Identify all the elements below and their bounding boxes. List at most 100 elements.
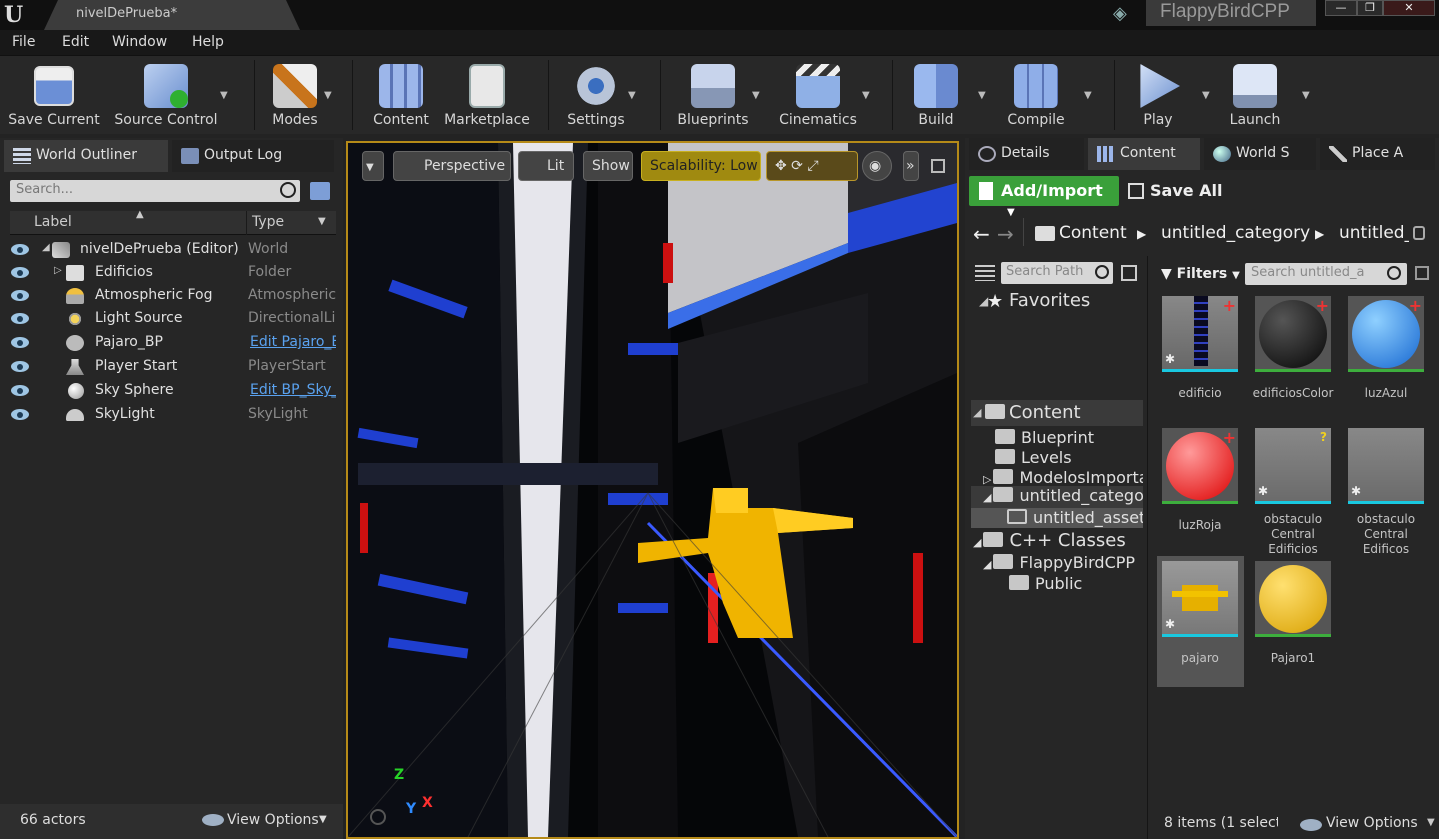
asset-tile-edificio[interactable]: + ✱ edificio xyxy=(1154,296,1246,401)
visibility-eye-icon[interactable] xyxy=(11,267,29,278)
show-button[interactable]: Show xyxy=(583,151,633,181)
path-view-options-icon[interactable] xyxy=(1121,265,1137,281)
outliner-row-edificios[interactable]: ▷ Edificios Folder xyxy=(0,261,343,285)
sources-toggle-icon[interactable] xyxy=(975,265,995,281)
menu-edit[interactable]: Edit xyxy=(62,34,89,50)
filters-button[interactable]: ▼ Filters ▼ xyxy=(1161,266,1240,282)
outliner-row-sky-sphere[interactable]: Sky Sphere Edit BP_Sky_Sphere xyxy=(0,379,343,403)
tree-row-blueprint[interactable]: Blueprint xyxy=(995,428,1094,447)
compile-button[interactable]: Compile ▼ xyxy=(1000,56,1092,134)
level-viewport[interactable]: ▼ Perspective Lit Show Scalability: Low … xyxy=(346,141,959,839)
visibility-eye-icon[interactable] xyxy=(11,337,29,348)
asset-tile-obstaculo-2[interactable]: ✱ obstaculo Central Edificos xyxy=(1340,428,1432,557)
breadcrumb-content[interactable]: Content xyxy=(1059,223,1127,243)
lock-icon[interactable] xyxy=(1413,226,1425,240)
favorites-header[interactable]: Favorites xyxy=(1009,290,1090,311)
scalability-button[interactable]: Scalability: Low xyxy=(641,151,761,181)
cinematics-button[interactable]: Cinematics ▼ xyxy=(776,56,870,134)
visibility-eye-icon[interactable] xyxy=(11,385,29,396)
marketplace-button[interactable]: Marketplace xyxy=(442,56,532,134)
chevron-down-icon[interactable]: ▼ xyxy=(1427,817,1435,828)
add-import-button[interactable]: Add/Import ▼ xyxy=(969,176,1119,218)
world-local-toggle[interactable]: ◉ xyxy=(862,151,892,181)
minimize-button[interactable]: — xyxy=(1325,0,1357,16)
help-icon[interactable] xyxy=(370,809,386,825)
tree-row-flappybirdcpp[interactable]: ◢ FlappyBirdCPP xyxy=(983,553,1135,572)
content-button[interactable]: Content xyxy=(366,56,436,134)
tree-row-levels[interactable]: Levels xyxy=(995,448,1072,467)
modes-button[interactable]: Modes ▼ xyxy=(262,56,332,134)
save-all-button[interactable]: Save All xyxy=(1128,181,1223,200)
tab-world-settings[interactable]: World S xyxy=(1204,138,1316,170)
outliner-row-atmospheric-fog[interactable]: Atmospheric Fog AtmosphericFog xyxy=(0,284,343,308)
asset-search-input[interactable]: Search untitled_a xyxy=(1245,263,1407,285)
menu-help[interactable]: Help xyxy=(192,34,224,50)
add-actor-icon[interactable] xyxy=(310,182,330,200)
asset-tile-luzroja[interactable]: + luzRoja xyxy=(1154,428,1246,533)
tree-row-content[interactable]: ◢ Content xyxy=(971,400,1143,426)
perspective-button[interactable]: Perspective xyxy=(393,151,511,181)
breadcrumb-untitled-category[interactable]: untitled_category xyxy=(1161,223,1310,243)
outliner-search-input[interactable]: Search... xyxy=(10,180,300,202)
more-options-button[interactable]: » xyxy=(903,151,919,181)
save-search-icon[interactable] xyxy=(1415,266,1429,280)
outliner-row-skylight[interactable]: SkyLight SkyLight xyxy=(0,403,343,427)
chevron-down-icon[interactable]: ▼ xyxy=(319,814,327,825)
expand-arrow-icon[interactable]: ▷ xyxy=(54,265,62,276)
outliner-row-light-source[interactable]: Light Source DirectionalLight xyxy=(0,307,343,331)
play-button[interactable]: Play ▼ xyxy=(1126,56,1210,134)
column-type[interactable]: Type xyxy=(252,214,284,230)
outliner-row-player-start[interactable]: Player Start PlayerStart xyxy=(0,355,343,379)
tab-details[interactable]: Details xyxy=(969,138,1084,170)
chevron-down-icon[interactable]: ▼ xyxy=(1202,90,1210,101)
visibility-eye-icon[interactable] xyxy=(11,361,29,372)
chevron-down-icon[interactable]: ▼ xyxy=(318,216,326,227)
view-options-button[interactable]: View Options xyxy=(1326,815,1418,831)
visibility-eye-icon[interactable] xyxy=(11,409,29,420)
column-label[interactable]: Label xyxy=(34,214,72,230)
asset-tile-luzazul[interactable]: + luzAzul xyxy=(1340,296,1432,401)
tree-row-untitled-category[interactable]: ◢ untitled_category xyxy=(971,486,1143,508)
outliner-row-pajaro-bp[interactable]: Pajaro_BP Edit Pajaro_BP xyxy=(0,331,343,355)
menu-window[interactable]: Window xyxy=(112,34,167,50)
panel-splitter[interactable] xyxy=(1147,256,1148,839)
chevron-down-icon[interactable]: ▼ xyxy=(1302,90,1310,101)
source-control-button[interactable]: Source Control ▼ xyxy=(108,56,228,134)
chevron-down-icon[interactable]: ▼ xyxy=(324,90,332,101)
edit-blueprint-link[interactable]: Edit Pajaro_BP xyxy=(250,334,336,350)
tab-content-browser[interactable]: Content xyxy=(1088,138,1200,170)
view-options-button[interactable]: View Options xyxy=(227,812,319,828)
maximize-viewport-icon[interactable] xyxy=(931,159,945,173)
chevron-down-icon[interactable]: ▼ xyxy=(978,90,986,101)
asset-tile-obstaculo-1[interactable]: ? ✱ obstaculo Central Edificios xyxy=(1247,428,1339,557)
tree-row-untitled-asset[interactable]: untitled_asset xyxy=(971,508,1143,528)
viewport-menu-button[interactable]: ▼ xyxy=(362,151,384,181)
menu-file[interactable]: File xyxy=(12,34,35,50)
transform-tools[interactable]: ✥ ⟳ ⤢ xyxy=(766,151,858,181)
chevron-down-icon[interactable]: ▼ xyxy=(628,90,636,101)
save-current-button[interactable]: Save Current xyxy=(4,56,104,134)
build-button[interactable]: Build ▼ xyxy=(904,56,986,134)
asset-tile-pajaro1[interactable]: Pajaro1 xyxy=(1247,561,1339,666)
close-button[interactable]: ✕ xyxy=(1383,0,1435,16)
tree-row-modelos-importados[interactable]: ▷ ModelosImportados xyxy=(983,468,1143,487)
edit-blueprint-link[interactable]: Edit BP_Sky_Sphere xyxy=(250,382,336,398)
blueprints-button[interactable]: Blueprints ▼ xyxy=(672,56,760,134)
expand-arrow-icon[interactable]: ◢ xyxy=(42,242,50,253)
visibility-eye-icon[interactable] xyxy=(11,244,29,255)
chevron-down-icon[interactable]: ▼ xyxy=(1084,90,1092,101)
launch-button[interactable]: Launch ▼ xyxy=(1222,56,1310,134)
chevron-down-icon[interactable]: ▼ xyxy=(752,90,760,101)
forward-arrow-icon[interactable]: → xyxy=(997,222,1014,246)
tree-row-public[interactable]: Public xyxy=(1009,574,1082,593)
tab-output-log[interactable]: Output Log xyxy=(172,140,334,172)
settings-button[interactable]: Settings ▼ xyxy=(560,56,636,134)
chevron-down-icon[interactable]: ▼ xyxy=(862,90,870,101)
tab-place-actors[interactable]: Place A xyxy=(1320,138,1435,170)
tab-world-outliner[interactable]: World Outliner xyxy=(4,140,168,172)
tree-row-cpp-classes[interactable]: ◢ C++ Classes xyxy=(973,530,1126,551)
back-arrow-icon[interactable]: ← xyxy=(973,222,990,246)
breadcrumb-untitled[interactable]: untitled_ xyxy=(1339,223,1409,243)
lit-button[interactable]: Lit xyxy=(518,151,574,181)
asset-tile-pajaro[interactable]: ✱ pajaro xyxy=(1154,561,1246,666)
